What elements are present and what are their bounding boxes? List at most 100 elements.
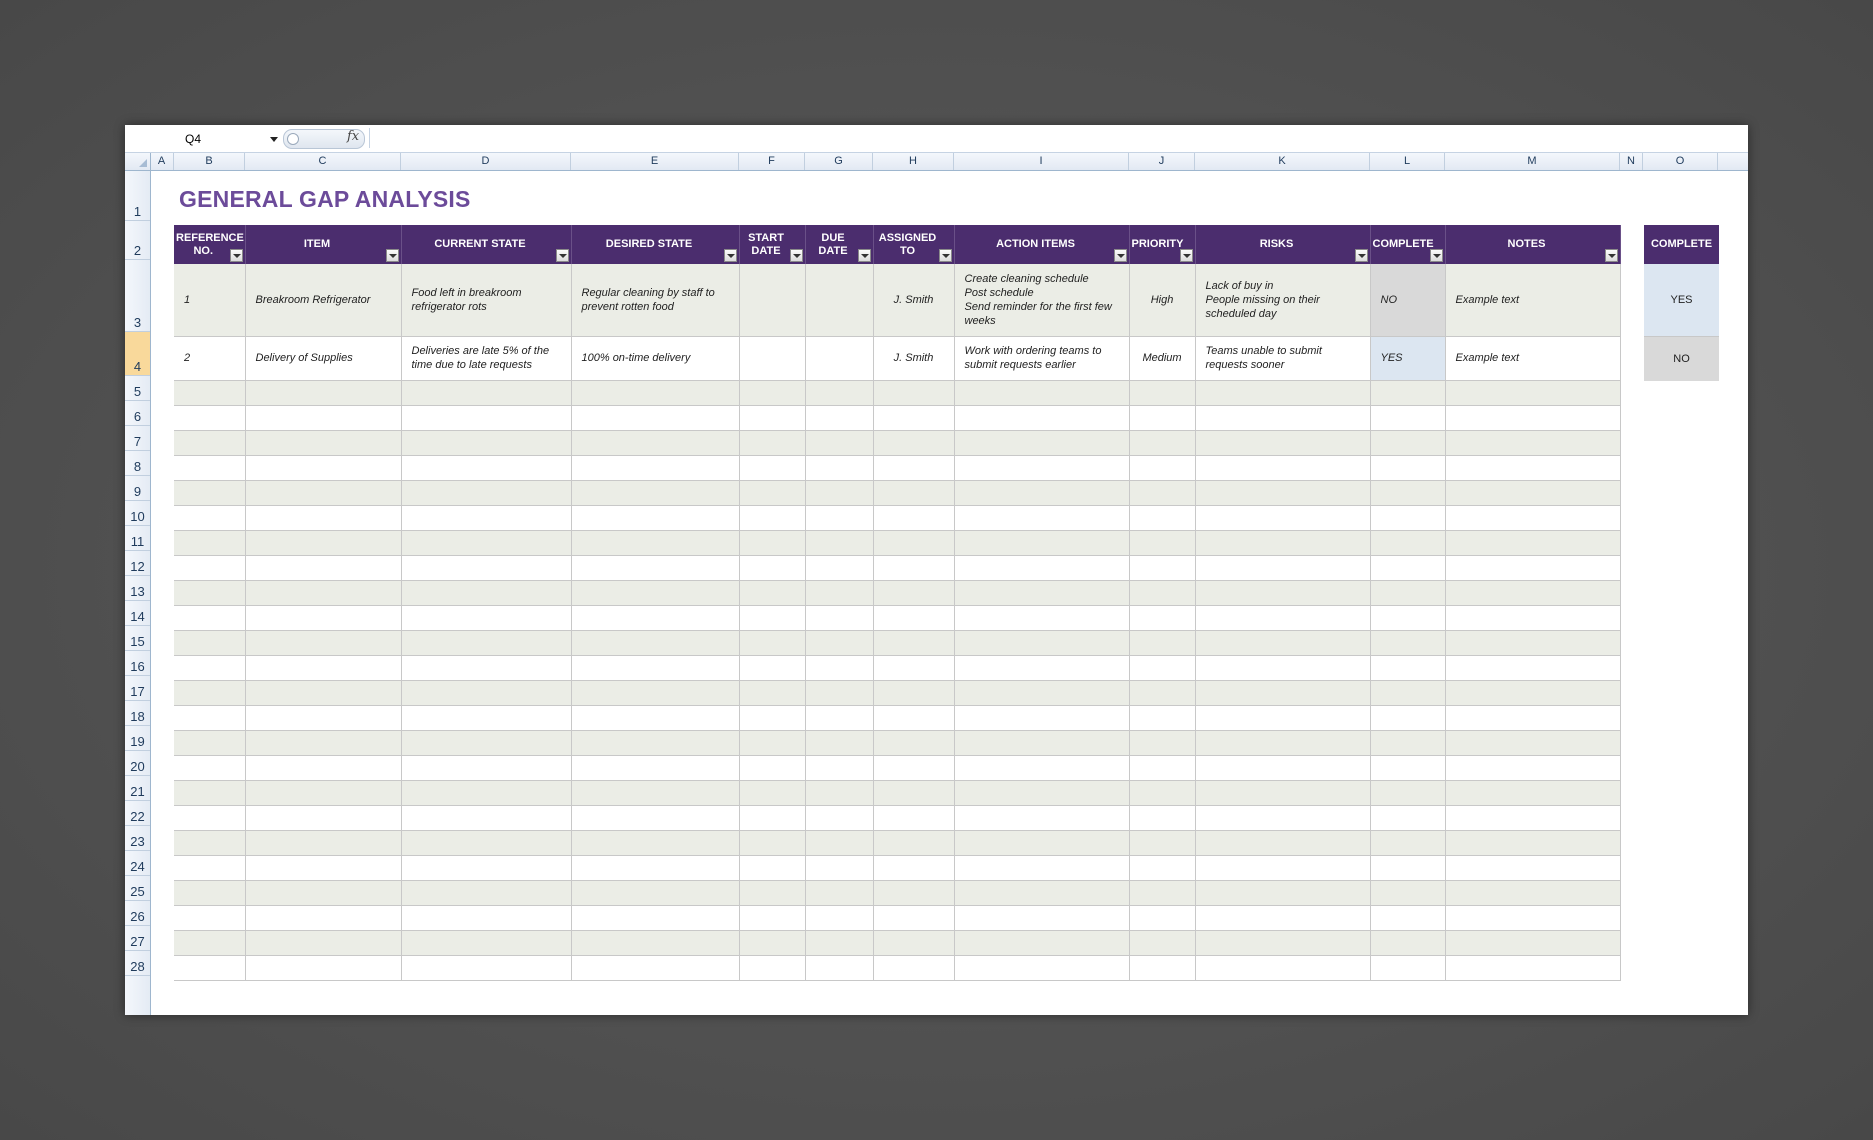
cell-due-date[interactable] [805, 530, 874, 556]
cell-item[interactable] [245, 855, 402, 881]
cell-due-date[interactable] [805, 480, 874, 506]
cell-complete[interactable] [1370, 630, 1446, 656]
cell-current-state[interactable] [401, 480, 572, 506]
cell-complete[interactable] [1370, 930, 1446, 956]
cell-risks[interactable] [1195, 705, 1371, 731]
cell-notes[interactable]: Example text [1445, 264, 1621, 337]
cell-current-state[interactable] [401, 830, 572, 856]
cell-reference-no[interactable]: 2 [174, 336, 246, 381]
cell-reference-no[interactable] [174, 780, 246, 806]
cell-action-items[interactable] [954, 630, 1130, 656]
cell-desired-state[interactable] [571, 680, 740, 706]
cell-reference-no[interactable] [174, 905, 246, 931]
row-header-14[interactable]: 14 [125, 601, 150, 626]
cell-reference-no[interactable] [174, 505, 246, 531]
row-header-8[interactable]: 8 [125, 451, 150, 476]
cell-notes[interactable] [1445, 755, 1621, 781]
cell-priority[interactable] [1129, 680, 1196, 706]
cell-desired-state[interactable] [571, 380, 740, 406]
cell-desired-state[interactable] [571, 555, 740, 581]
cell-desired-state[interactable] [571, 505, 740, 531]
cell-reference-no[interactable]: 1 [174, 264, 246, 337]
cell-action-items[interactable] [954, 830, 1130, 856]
cell-reference-no[interactable] [174, 705, 246, 731]
row-header-6[interactable]: 6 [125, 401, 150, 426]
cell-assigned-to[interactable] [873, 780, 955, 806]
cell-complete[interactable] [1370, 605, 1446, 631]
column-header-m[interactable]: M [1445, 153, 1620, 170]
cell-risks[interactable] [1195, 830, 1371, 856]
cell-notes[interactable] [1445, 605, 1621, 631]
cell-assigned-to[interactable] [873, 830, 955, 856]
name-box[interactable]: Q4 [185, 131, 265, 148]
cell-due-date[interactable] [805, 505, 874, 531]
cell-complete[interactable] [1370, 505, 1446, 531]
row-header-4[interactable]: 4 [125, 332, 150, 376]
cell-risks[interactable] [1195, 630, 1371, 656]
column-header-g[interactable]: G [805, 153, 873, 170]
row-header-7[interactable]: 7 [125, 426, 150, 451]
cell-notes[interactable] [1445, 680, 1621, 706]
cell-desired-state[interactable] [571, 430, 740, 456]
cell-notes[interactable] [1445, 780, 1621, 806]
cell-priority[interactable] [1129, 555, 1196, 581]
cell-reference-no[interactable] [174, 630, 246, 656]
cell-desired-state[interactable] [571, 830, 740, 856]
cell-desired-state[interactable] [571, 605, 740, 631]
cell-start-date[interactable] [739, 880, 806, 906]
cell-desired-state[interactable] [571, 455, 740, 481]
cell-complete[interactable] [1370, 455, 1446, 481]
cell-action-items[interactable] [954, 555, 1130, 581]
cell-start-date[interactable] [739, 530, 806, 556]
cell-item[interactable] [245, 930, 402, 956]
insert-function-icon[interactable]: fx [347, 129, 359, 144]
cell-risks[interactable] [1195, 380, 1371, 406]
cell-item[interactable] [245, 480, 402, 506]
cell-desired-state[interactable] [571, 755, 740, 781]
cell-start-date[interactable] [739, 680, 806, 706]
cell-assigned-to[interactable]: J. Smith [873, 336, 955, 381]
cell-current-state[interactable] [401, 880, 572, 906]
cell-start-date[interactable] [739, 655, 806, 681]
cell-due-date[interactable] [805, 630, 874, 656]
cell-start-date[interactable] [739, 955, 806, 981]
cell-notes[interactable] [1445, 430, 1621, 456]
cell-start-date[interactable] [739, 580, 806, 606]
cell-due-date[interactable] [805, 880, 874, 906]
cell-assigned-to[interactable] [873, 880, 955, 906]
cell-item[interactable] [245, 805, 402, 831]
column-header-d[interactable]: D [401, 153, 571, 170]
cell-desired-state[interactable] [571, 580, 740, 606]
cell-notes[interactable] [1445, 955, 1621, 981]
cell-action-items[interactable] [954, 405, 1130, 431]
cell-complete[interactable] [1370, 405, 1446, 431]
cell-due-date[interactable] [805, 580, 874, 606]
column-header-n[interactable]: N [1620, 153, 1643, 170]
cell-current-state[interactable] [401, 780, 572, 806]
cell-complete[interactable] [1370, 480, 1446, 506]
cell-complete[interactable] [1370, 855, 1446, 881]
cell-current-state[interactable] [401, 805, 572, 831]
cell-priority[interactable] [1129, 530, 1196, 556]
cell-complete[interactable] [1370, 780, 1446, 806]
cell-complete[interactable] [1370, 955, 1446, 981]
cell-priority[interactable] [1129, 505, 1196, 531]
cell-item[interactable]: Delivery of Supplies [245, 336, 402, 381]
cell-due-date[interactable] [805, 755, 874, 781]
cell-desired-state[interactable] [571, 655, 740, 681]
cell-notes[interactable] [1445, 480, 1621, 506]
column-header-h[interactable]: H [873, 153, 954, 170]
cell-current-state[interactable] [401, 655, 572, 681]
cell-priority[interactable] [1129, 905, 1196, 931]
cell-action-items[interactable] [954, 780, 1130, 806]
cell-risks[interactable] [1195, 430, 1371, 456]
cell-priority[interactable] [1129, 805, 1196, 831]
row-header-18[interactable]: 18 [125, 701, 150, 726]
cell-risks[interactable] [1195, 405, 1371, 431]
cell-reference-no[interactable] [174, 755, 246, 781]
cell-desired-state[interactable] [571, 955, 740, 981]
cell-due-date[interactable] [805, 730, 874, 756]
cell-start-date[interactable] [739, 555, 806, 581]
filter-dropdown-icon[interactable] [385, 249, 399, 262]
cell-due-date[interactable] [805, 680, 874, 706]
